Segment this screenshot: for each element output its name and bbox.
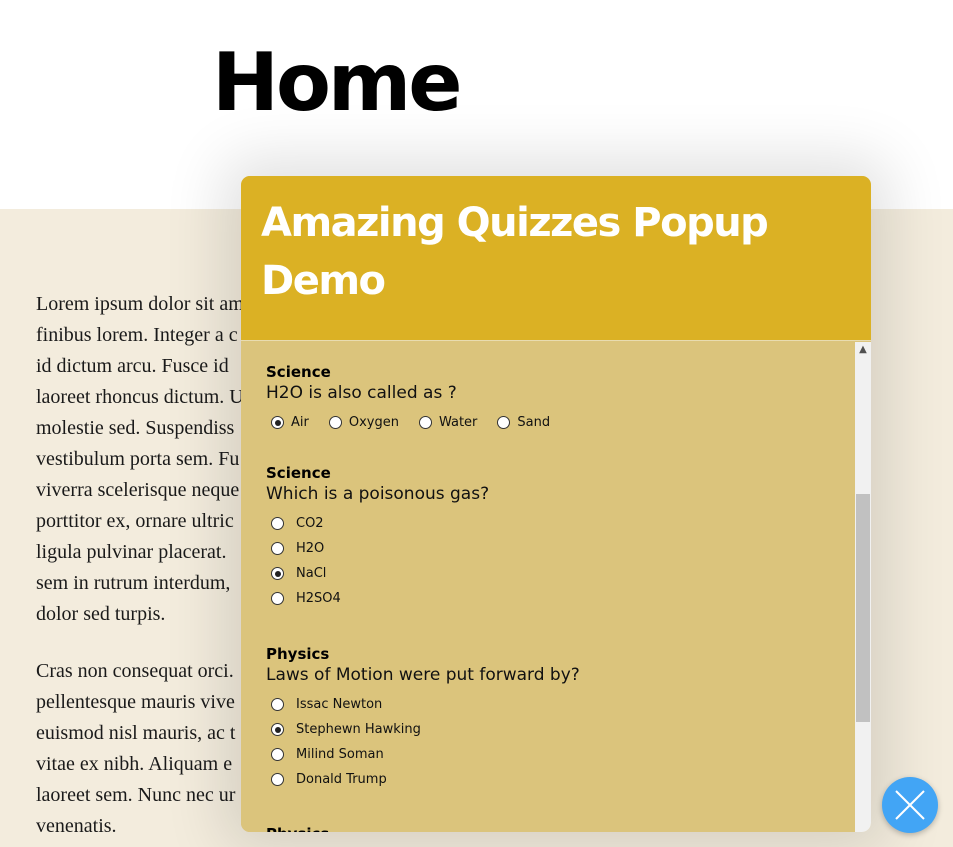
question-category: Science: [266, 464, 331, 482]
radio-button[interactable]: [271, 517, 284, 530]
question-category: Physics: [266, 645, 330, 663]
option-label: Air: [291, 415, 309, 430]
quiz-list[interactable]: Science H2O is also called as ? Air Oxygen W…: [241, 342, 855, 832]
page-title: Home: [212, 36, 463, 129]
radio-button[interactable]: [328, 416, 342, 429]
answer-option[interactable]: Stephewn Hawking: [266, 717, 580, 742]
close-button[interactable]: [882, 777, 938, 833]
scrollbar-thumb[interactable]: [856, 494, 870, 722]
radio-button[interactable]: [418, 416, 432, 429]
quiz-question: Science H2O is also called as ? Air Oxygen W…: [266, 363, 565, 435]
question-text: H2O is also called as ?: [266, 383, 457, 403]
radio-button-checked[interactable]: [271, 723, 284, 736]
answer-option[interactable]: Donald Trump: [266, 767, 580, 792]
answer-option[interactable]: Issac Newton: [266, 692, 580, 717]
quiz-question: Science Which is a poisonous gas? CO2 H2O Na…: [266, 464, 489, 611]
popup-header: Amazing Quizzes Popup Demo: [241, 176, 871, 341]
radio-button-checked[interactable]: [271, 416, 284, 429]
option-label: Milind Soman: [296, 747, 384, 762]
answer-options: Issac Newton Stephewn Hawking Milind Soman…: [266, 692, 580, 792]
radio-button[interactable]: [271, 773, 284, 786]
radio-button[interactable]: [497, 416, 511, 429]
option-label: Stephewn Hawking: [296, 722, 421, 737]
page: Home Lorem ipsum dolor sit am finibus lor…: [0, 0, 953, 847]
quiz-question: Physics Laws of Motion were put forward b…: [266, 645, 580, 792]
radio-button-checked[interactable]: [271, 567, 284, 580]
radio-button[interactable]: [271, 542, 284, 555]
answer-option[interactable]: NaCl: [266, 561, 489, 586]
answer-option[interactable]: H2O: [266, 536, 489, 561]
popup-title: Amazing Quizzes Popup Demo: [261, 200, 769, 304]
question-text: Laws of Motion were put forward by?: [266, 665, 580, 685]
close-icon: [895, 790, 925, 820]
radio-button[interactable]: [271, 592, 284, 605]
option-label: Sand: [517, 415, 551, 430]
option-label: Oxygen: [348, 415, 399, 430]
answer-options: CO2 H2O NaCl H2SO4: [266, 511, 489, 611]
answer-options: Air Oxygen Water Sand: [266, 410, 565, 435]
chevron-up-icon[interactable]: ▲: [855, 342, 871, 358]
question-category: Science: [266, 363, 331, 381]
quiz-question: Physics: [266, 825, 329, 832]
answer-option[interactable]: Milind Soman: [266, 742, 580, 767]
answer-option[interactable]: Oxygen: [324, 410, 399, 435]
answer-option[interactable]: Water: [414, 410, 477, 435]
answer-option[interactable]: Sand: [492, 410, 550, 435]
answer-option[interactable]: CO2: [266, 511, 489, 536]
answer-option[interactable]: Air: [266, 410, 309, 435]
option-label: NaCl: [296, 566, 327, 581]
option-label: Issac Newton: [296, 697, 383, 712]
question-category: Physics: [266, 825, 329, 832]
quiz-popup: Amazing Quizzes Popup Demo Science H2O is…: [241, 176, 871, 832]
option-label: Water: [438, 415, 478, 430]
option-label: H2O: [296, 541, 325, 556]
answer-option[interactable]: H2SO4: [266, 586, 489, 611]
option-label: Donald Trump: [296, 772, 387, 787]
radio-button[interactable]: [271, 698, 284, 711]
option-label: H2SO4: [296, 591, 341, 606]
option-label: CO2: [296, 516, 324, 531]
radio-button[interactable]: [271, 748, 284, 761]
popup-scrollbar[interactable]: ▲: [855, 342, 871, 832]
question-text: Which is a poisonous gas?: [266, 484, 490, 504]
